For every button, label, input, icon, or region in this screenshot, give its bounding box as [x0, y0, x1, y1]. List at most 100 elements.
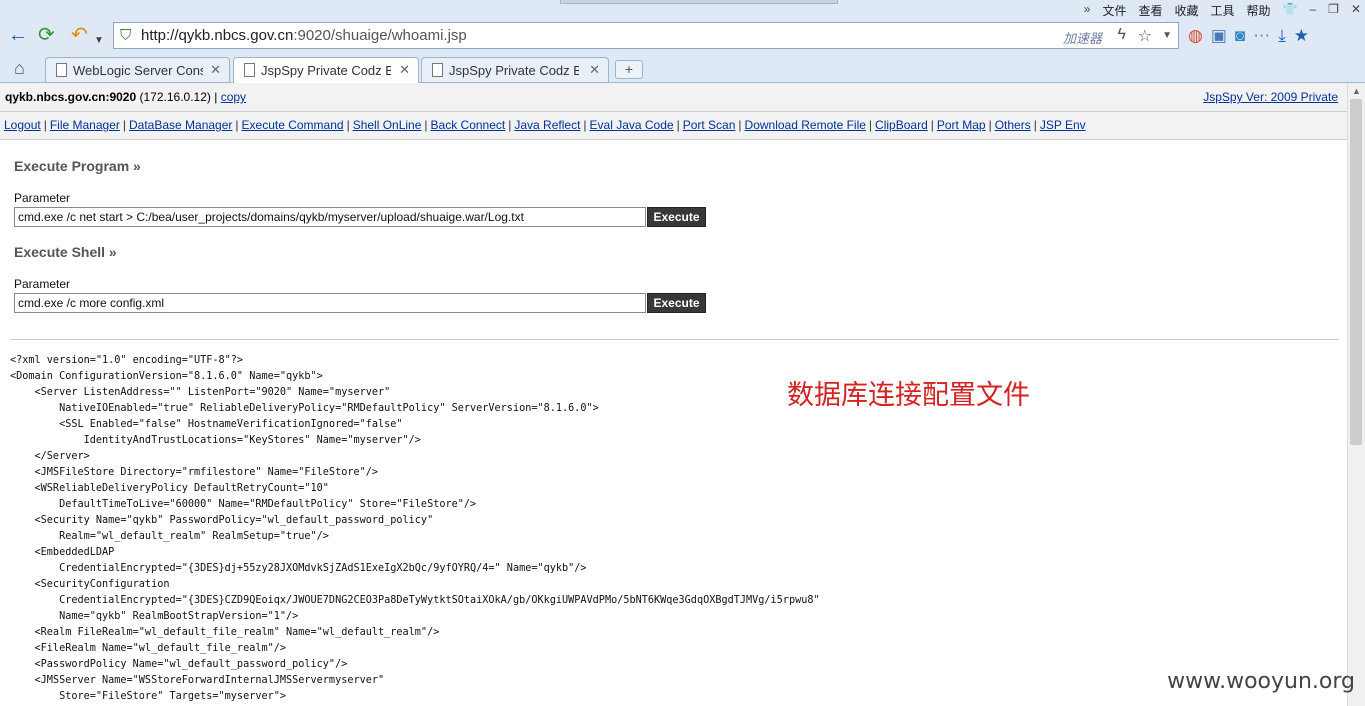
nav-separator: |: [122, 118, 126, 132]
program-parameter-input[interactable]: cmd.exe /c net start > C:/bea/user_proje…: [14, 207, 646, 227]
skin-shirt-icon[interactable]: 👕: [1283, 2, 1298, 19]
menu-view[interactable]: 查看: [1138, 2, 1162, 19]
back-arrow-icon[interactable]: ←: [8, 24, 28, 46]
tab-close-icon[interactable]: ✕: [210, 62, 221, 78]
accelerator-label[interactable]: 加速器: [1063, 28, 1102, 47]
host-name: qykb.nbcs.gov.cn:9020: [5, 90, 137, 104]
home-icon[interactable]: ⌂: [14, 58, 25, 79]
host-separator: |: [214, 90, 218, 104]
output-line: CredentialEncrypted="{3DES}dj+55zy28JXOM…: [10, 563, 587, 574]
address-bar[interactable]: ⛉ http://qykb.nbcs.gov.cn:9020/shuaige/w…: [113, 22, 1179, 49]
output-line: <FileRealm Name="wl_default_file_realm"/…: [10, 643, 287, 654]
nav-link-download-remote-file[interactable]: Download Remote File: [745, 118, 866, 132]
minimize-icon[interactable]: –: [1309, 2, 1316, 19]
nav-separator: |: [988, 118, 992, 132]
nav-link-back-connect[interactable]: Back Connect: [431, 118, 506, 132]
shell-parameter-input[interactable]: cmd.exe /c more config.xml: [14, 293, 646, 313]
tab-jspspy-active[interactable]: JspSpy Private Codz By ✕: [233, 57, 419, 83]
tab-close-icon[interactable]: ✕: [399, 62, 410, 78]
nav-separator: |: [676, 118, 680, 132]
scroll-up-icon[interactable]: ▲: [1352, 86, 1361, 96]
output-line: <?xml version="1.0" encoding="UTF-8"?>: [10, 355, 244, 366]
address-url[interactable]: http://qykb.nbcs.gov.cn:9020/shuaige/who…: [141, 27, 467, 44]
nav-link-port-map[interactable]: Port Map: [937, 118, 986, 132]
output-line: Realm="wl_default_realm" RealmSetup="tru…: [10, 531, 329, 542]
more-tools-icon[interactable]: ⋯: [1253, 26, 1270, 46]
nav-link-logout[interactable]: Logout: [4, 118, 41, 132]
menu-tools[interactable]: 工具: [1211, 2, 1235, 19]
menu-file[interactable]: 文件: [1102, 2, 1126, 19]
window-drag-notch[interactable]: [560, 0, 838, 4]
refresh-icon[interactable]: ⟳: [38, 24, 55, 46]
tab-title: JspSpy Private Codz By: [449, 63, 579, 78]
nav-link-shell-online[interactable]: Shell OnLine: [353, 118, 422, 132]
tab-weblogic[interactable]: WebLogic Server Cons ✕: [45, 57, 230, 82]
nav-separator: |: [346, 118, 350, 132]
execute-program-button[interactable]: Execute: [647, 207, 706, 227]
scrollbar-thumb[interactable]: [1350, 99, 1362, 445]
menu-help[interactable]: 帮助: [1247, 2, 1271, 19]
close-window-icon[interactable]: ✕: [1351, 2, 1361, 19]
output-line: <Security Name="qykb" PasswordPolicy="wl…: [10, 515, 434, 526]
output-line: DefaultTimeToLive="60000" Name="RMDefaul…: [10, 499, 477, 510]
output-line: <SecurityConfiguration: [10, 579, 170, 590]
output-line: Store="FileStore" Targets="myserver">: [10, 691, 287, 702]
tab-title: WebLogic Server Cons: [73, 63, 203, 78]
execute-program-title: Execute Program »: [14, 158, 141, 174]
menu-favorites[interactable]: 收藏: [1174, 2, 1198, 19]
nav-link-port-scan[interactable]: Port Scan: [683, 118, 736, 132]
nav-link-database-manager[interactable]: DataBase Manager: [129, 118, 232, 132]
output-line: NativeIOEnabled="true" ReliableDeliveryP…: [10, 403, 599, 414]
nav-separator: |: [424, 118, 428, 132]
nav-link-java-reflect[interactable]: Java Reflect: [514, 118, 580, 132]
new-tab-button[interactable]: +: [615, 60, 643, 79]
restore-icon[interactable]: ❐: [1328, 2, 1339, 19]
weibo-icon[interactable]: ◍: [1188, 26, 1203, 46]
output-line: Name="qykb" RealmBootStrapVersion="1"/>: [10, 611, 299, 622]
host-info: qykb.nbcs.gov.cn:9020 (172.16.0.12) | co…: [5, 90, 246, 104]
program-parameter-label: Parameter: [14, 191, 71, 205]
page-icon: [56, 63, 67, 77]
output-line: <WSReliableDeliveryPolicy DefaultRetryCo…: [10, 483, 329, 494]
tab-bar: ⌂ WebLogic Server Cons ✕ JspSpy Private …: [0, 54, 1365, 83]
nav-link-others[interactable]: Others: [995, 118, 1031, 132]
undo-dropdown-icon[interactable]: ▼: [94, 30, 104, 52]
nav-separator: |: [43, 118, 47, 132]
screenshot-icon[interactable]: ▣: [1211, 26, 1227, 46]
nav-separator: |: [1033, 118, 1037, 132]
nav-link-clipboard[interactable]: ClipBoard: [875, 118, 928, 132]
output-line: <Realm FileRealm="wl_default_file_realm"…: [10, 627, 440, 638]
shell-parameter-label: Parameter: [14, 277, 71, 291]
more-chevron-icon[interactable]: »: [1084, 2, 1091, 19]
output-line: <SSL Enabled="false" HostnameVerificatio…: [10, 419, 403, 430]
undo-icon[interactable]: ↶: [71, 24, 88, 46]
annotation-text: 数据库连接配置文件: [787, 380, 1030, 411]
favorites-star-icon[interactable]: ★: [1294, 26, 1309, 46]
download-icon[interactable]: ⤓: [1278, 26, 1286, 46]
nav-link-file-manager[interactable]: File Manager: [50, 118, 120, 132]
nav-link-jsp-env[interactable]: JSP Env: [1040, 118, 1086, 132]
tab-jspspy-2[interactable]: JspSpy Private Codz By ✕: [421, 57, 609, 82]
copy-link[interactable]: copy: [221, 90, 246, 104]
execute-shell-button[interactable]: Execute: [647, 293, 706, 313]
page-content: qykb.nbcs.gov.cn:9020 (172.16.0.12) | co…: [0, 83, 1348, 706]
nav-separator: |: [738, 118, 742, 132]
output-line: <Server ListenAddress="" ListenPort="902…: [10, 387, 391, 398]
nav-items: Logout | File Manager | DataBase Manager | Exe…: [4, 118, 1086, 132]
search-tool-icon[interactable]: ◙: [1235, 26, 1245, 46]
output-line: CredentialEncrypted="{3DES}CZD9QEoiqx/JW…: [10, 595, 820, 606]
security-shield-icon: ⛉: [120, 27, 132, 44]
output-line: IdentityAndTrustLocations="KeyStores" Na…: [10, 435, 421, 446]
version-link[interactable]: JspSpy Ver: 2009 Private: [1203, 90, 1338, 104]
tab-close-icon[interactable]: ✕: [589, 62, 600, 78]
address-dropdown-icon[interactable]: ▼: [1162, 30, 1172, 41]
nav-link-execute-command[interactable]: Execute Command: [242, 118, 344, 132]
lightning-icon[interactable]: ϟ: [1118, 26, 1126, 44]
tab-title: JspSpy Private Codz By: [261, 63, 391, 78]
vertical-scrollbar[interactable]: ▲: [1347, 83, 1365, 706]
page-icon: [432, 63, 443, 77]
nav-link-eval-java-code[interactable]: Eval Java Code: [590, 118, 674, 132]
url-host: http://qykb.nbcs.gov.cn: [141, 27, 294, 44]
star-icon[interactable]: ☆: [1138, 26, 1152, 46]
divider: [10, 339, 1338, 340]
